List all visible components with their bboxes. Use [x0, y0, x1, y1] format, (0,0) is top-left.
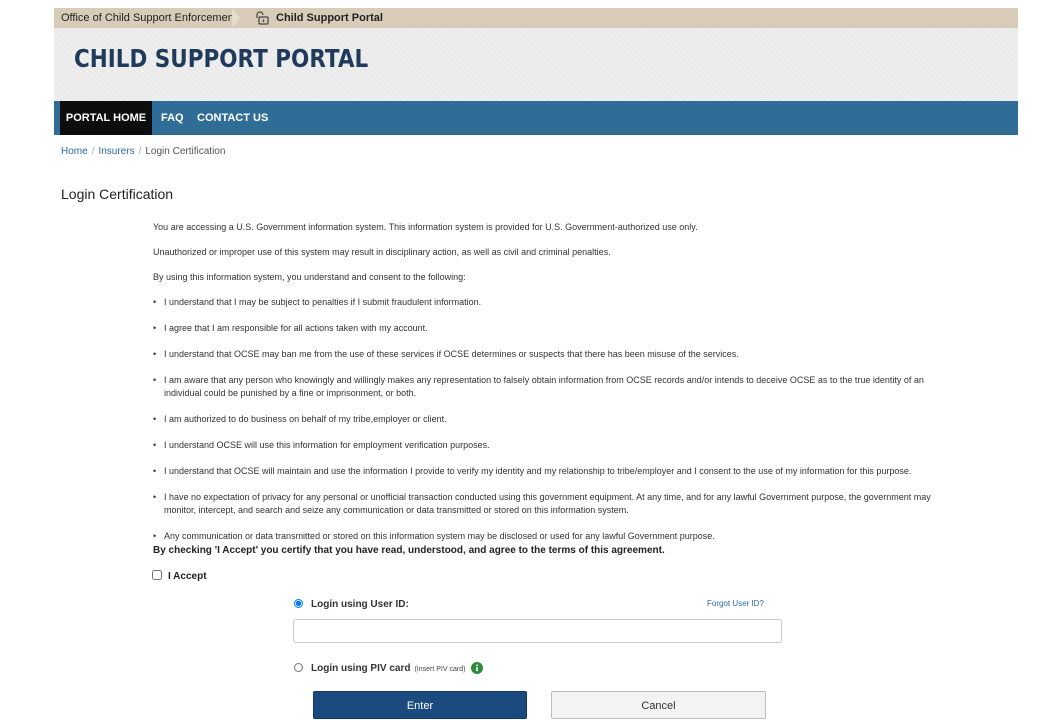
agreement-statement: By checking 'I Accept' you certify that … — [153, 545, 665, 556]
consent-item: I understand that OCSE may ban me from t… — [153, 348, 943, 361]
breadcrumb-chevron — [232, 8, 240, 28]
login-userid-label: Login using User ID: — [311, 599, 409, 610]
consent-item: I understand that OCSE will maintain and… — [153, 465, 943, 478]
notice-paragraph: You are accessing a U.S. Government info… — [153, 222, 698, 232]
accept-checkbox[interactable] — [152, 570, 162, 580]
userid-input[interactable] — [293, 619, 782, 643]
consent-item: Any communication or data transmitted or… — [153, 530, 943, 543]
nav-contact-us[interactable]: CONTACT US — [197, 101, 268, 135]
login-piv-label: Login using PIV card — [311, 663, 411, 674]
forgot-userid-link[interactable]: Forgot User ID? — [707, 599, 764, 608]
consent-item: I understand OCSE will use this informat… — [153, 439, 943, 452]
consent-item: I have no expectation of privacy for any… — [153, 491, 943, 517]
site-banner: CHILD SUPPORT PORTAL — [54, 28, 1018, 102]
certification-notice: You are accessing a U.S. Government info… — [153, 221, 943, 556]
login-userid-radio[interactable] — [294, 599, 303, 608]
agency-link[interactable]: Office of Child Support Enforcement — [61, 12, 237, 24]
login-userid-option[interactable]: Login using User ID: — [294, 599, 409, 610]
breadcrumb: Home / Insurers / Login Certification — [61, 146, 225, 157]
nav-faq[interactable]: FAQ — [161, 101, 184, 135]
piv-hint: (Insert PIV card) — [414, 666, 466, 673]
lock-icon — [256, 11, 269, 25]
consent-list: I understand that I may be subject to pe… — [153, 296, 943, 543]
portal-link[interactable]: Child Support Portal — [276, 12, 383, 24]
breadcrumb-current: Login Certification — [145, 146, 226, 157]
page-title: Login Certification — [61, 186, 174, 202]
consent-item: I am aware that any person who knowingly… — [153, 374, 943, 400]
consent-item: I am authorized to do business on behalf… — [153, 413, 943, 426]
info-icon[interactable] — [471, 662, 484, 674]
breadcrumb-separator: / — [91, 146, 95, 157]
breadcrumb-home[interactable]: Home — [61, 146, 88, 157]
notice-paragraph: Unauthorized or improper use of this sys… — [153, 247, 611, 257]
accept-option[interactable]: I Accept — [152, 570, 207, 582]
login-piv-option[interactable]: Login using PIV card (Insert PIV card) — [294, 662, 484, 674]
nav-portal-home[interactable]: PORTAL HOME — [60, 101, 152, 135]
breadcrumb-separator: / — [138, 146, 142, 157]
main-nav: PORTAL HOME FAQ CONTACT US — [54, 101, 1018, 135]
notice-paragraph: By using this information system, you un… — [153, 272, 466, 282]
site-title: CHILD SUPPORT PORTAL — [74, 44, 369, 73]
agency-bar: Office of Child Support Enforcement Chil… — [54, 8, 1018, 28]
consent-item: I agree that I am responsible for all ac… — [153, 322, 943, 335]
accept-label: I Accept — [168, 571, 207, 582]
consent-item: I understand that I may be subject to pe… — [153, 296, 943, 309]
breadcrumb-insurers[interactable]: Insurers — [98, 146, 134, 157]
login-piv-radio[interactable] — [294, 663, 303, 672]
